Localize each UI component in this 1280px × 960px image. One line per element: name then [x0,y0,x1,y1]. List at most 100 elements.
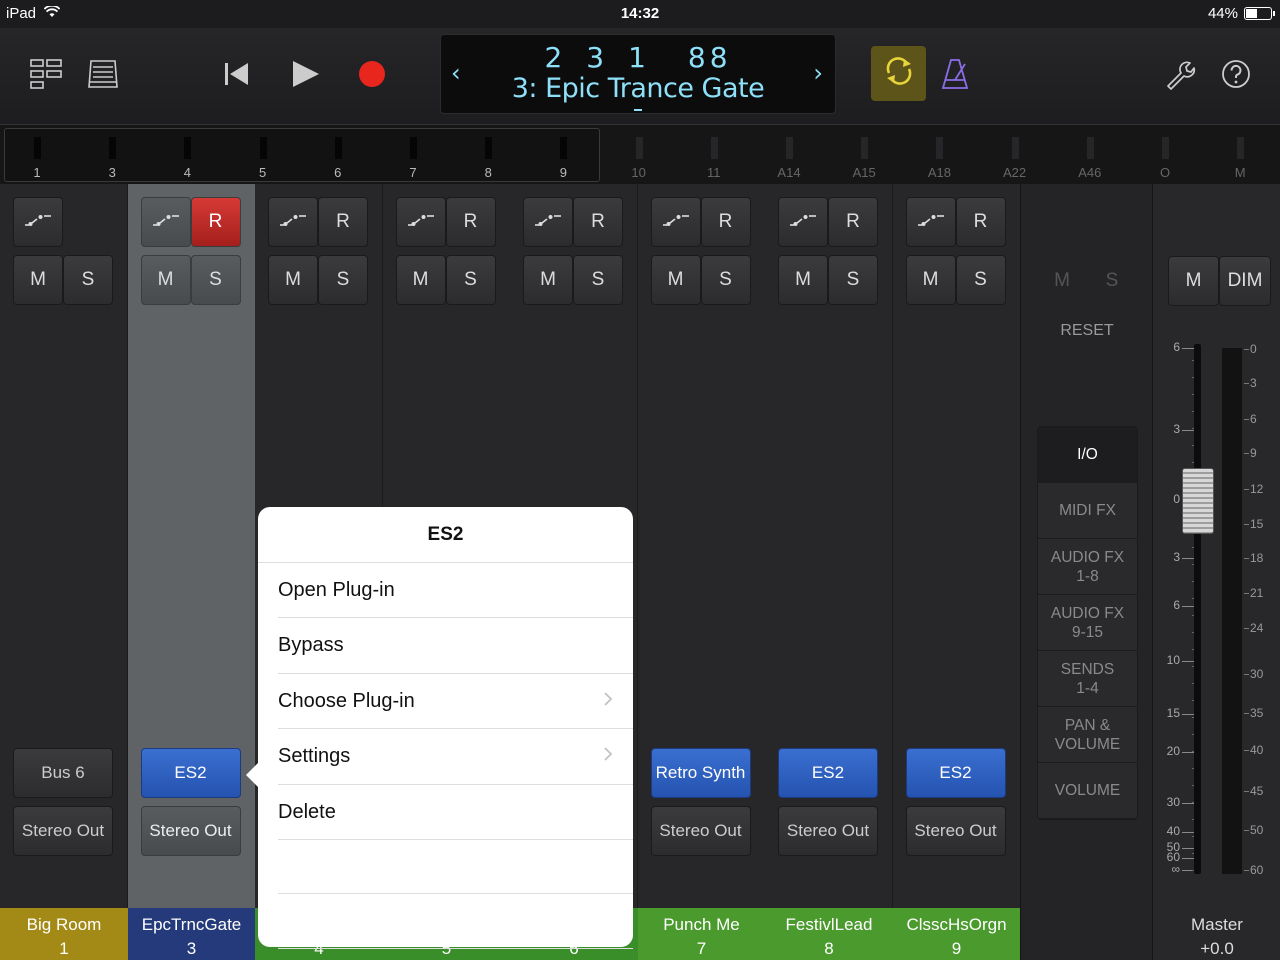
overview-channel-label: 1 [33,165,41,180]
solo-button[interactable]: S [828,255,878,305]
inspector-tab[interactable]: AUDIO FX 9-15 [1038,595,1137,651]
overview-channel[interactable]: M [1220,125,1260,185]
channel-name-plate[interactable]: FestivlLead 8 [765,908,893,960]
solo-button[interactable]: S [445,255,496,305]
play-button[interactable] [288,58,322,90]
automation-button[interactable] [905,197,956,247]
solo-button[interactable]: S [318,255,368,305]
overview-channel[interactable]: 6 [318,125,358,185]
help-icon[interactable] [1218,56,1254,92]
inspector-tab[interactable]: SENDS 1-4 [1038,651,1137,707]
output-slot[interactable]: Stereo Out [650,806,751,856]
inspector-tab[interactable]: AUDIO FX 1-8 [1038,539,1137,595]
mute-button[interactable]: M [395,255,446,305]
view-toggle-icon[interactable] [28,56,64,92]
automation-button[interactable] [268,197,318,247]
record-enable-button[interactable]: R [190,197,241,247]
mute-button[interactable]: M [650,255,701,305]
menu-item-settings[interactable]: Settings [278,730,633,785]
metronome-icon[interactable] [938,56,972,92]
output-slot[interactable]: Stereo Out [778,806,878,856]
solo-button[interactable]: S [63,255,113,305]
overview-channel[interactable]: 9 [543,125,583,185]
overview-channel[interactable]: 1 [17,125,57,185]
input-slot[interactable]: Bus 6 [13,748,113,798]
mute-button[interactable]: M [905,255,956,305]
solo-button[interactable]: S [955,255,1006,305]
next-song-arrow[interactable]: › [813,59,823,87]
output-slot[interactable]: Stereo Out [905,806,1006,856]
mixer-icon[interactable] [86,56,120,92]
automation-button[interactable] [140,197,191,247]
lcd-display[interactable]: 2 3 1 88 3: Epic Trance Gate ‹ › [440,34,836,114]
overview-channel[interactable]: O [1145,125,1185,185]
mute-button[interactable]: M [140,255,191,305]
automation-button[interactable] [13,197,63,247]
settings-wrench-icon[interactable] [1162,56,1198,92]
automation-button[interactable] [778,197,828,247]
output-slot[interactable]: Stereo Out [140,806,241,856]
instrument-slot[interactable]: ES2 [778,748,878,798]
menu-item-choose-plug-in[interactable]: Choose Plug-in [278,674,633,729]
instrument-slot[interactable]: ES2 [140,748,241,798]
solo-button[interactable]: S [700,255,751,305]
fader-scale-label: 20 [1166,744,1180,758]
menu-item-open-plug-in[interactable]: Open Plug-in [278,563,633,618]
overview-channel[interactable]: 7 [393,125,433,185]
master-dim-button[interactable]: DIM [1219,256,1271,306]
channel-strip[interactable]: R M S Retro Synth Stereo Out Punch Me 7 [637,184,766,960]
cycle-button[interactable] [871,46,926,101]
overview-channel[interactable]: 8 [468,125,508,185]
solo-button[interactable]: S [573,255,623,305]
channel-name-plate[interactable]: EpcTrncGate 3 [127,908,256,960]
automation-button[interactable] [650,197,701,247]
inspector-tab[interactable]: PAN & VOLUME [1038,707,1137,763]
record-enable-button[interactable]: R [700,197,751,247]
previous-song-arrow[interactable]: ‹ [451,59,461,87]
mute-button[interactable]: M [268,255,318,305]
master-mute-button[interactable]: M [1168,256,1219,306]
record-enable-button[interactable]: R [445,197,496,247]
inspector-tab[interactable]: I/O [1038,427,1137,483]
inspector-tab[interactable]: VOLUME [1038,763,1137,819]
overview-channel[interactable]: 5 [243,125,283,185]
channel-strip[interactable]: R M S ES2 Stereo Out FestivlLead 8 [765,184,893,960]
record-enable-button[interactable]: R [318,197,368,247]
channel-name-plate[interactable]: Punch Me 7 [637,908,766,960]
channel-strip[interactable]: M S Bus 6 Stereo Out Big Room 1 [0,184,128,960]
channel-name-plate[interactable]: Big Room 1 [0,908,128,960]
overview-channel[interactable]: A14 [769,125,809,185]
output-slot[interactable]: Stereo Out [13,806,113,856]
inspector-tab[interactable]: MIDI FX [1038,483,1137,539]
overview-channel[interactable]: A15 [844,125,884,185]
mute-button[interactable]: M [778,255,828,305]
record-enable-button[interactable]: R [573,197,623,247]
mute-button[interactable]: M [523,255,573,305]
master-fader-track[interactable] [1194,344,1201,874]
instrument-slot[interactable]: Retro Synth [650,748,751,798]
overview-channel[interactable]: 4 [167,125,207,185]
channel-strip[interactable]: R M S ES2 Stereo Out EpcTrncGate 3 [127,184,256,960]
reset-button[interactable]: RESET [1021,322,1153,340]
mute-button[interactable]: M [13,255,63,305]
automation-button[interactable] [523,197,573,247]
menu-item-bypass[interactable]: Bypass [278,619,633,674]
channel-overview-strip[interactable]: 1 3 4 5 6 7 8 9 10 11 A14 A15 A18 A22 A46 O M [0,124,1280,184]
record-enable-button[interactable]: R [828,197,878,247]
go-to-start-button[interactable] [220,58,252,90]
overview-channel[interactable]: A46 [1070,125,1110,185]
instrument-slot[interactable]: ES2 [905,748,1006,798]
solo-button[interactable]: S [190,255,241,305]
overview-channel[interactable]: 3 [92,125,132,185]
menu-item-delete[interactable]: Delete [278,785,633,840]
channel-strip[interactable]: R M S ES2 Stereo Out ClsscHsOrgn 9 [892,184,1021,960]
overview-channel[interactable]: A18 [919,125,959,185]
overview-channel[interactable]: 11 [694,125,734,185]
record-button[interactable] [355,57,389,91]
record-enable-button[interactable]: R [955,197,1006,247]
overview-channel[interactable]: A22 [995,125,1035,185]
channel-name-plate[interactable]: ClsscHsOrgn 9 [892,908,1021,960]
automation-button[interactable] [395,197,446,247]
master-fader-handle[interactable] [1182,468,1214,534]
overview-channel[interactable]: 10 [619,125,659,185]
